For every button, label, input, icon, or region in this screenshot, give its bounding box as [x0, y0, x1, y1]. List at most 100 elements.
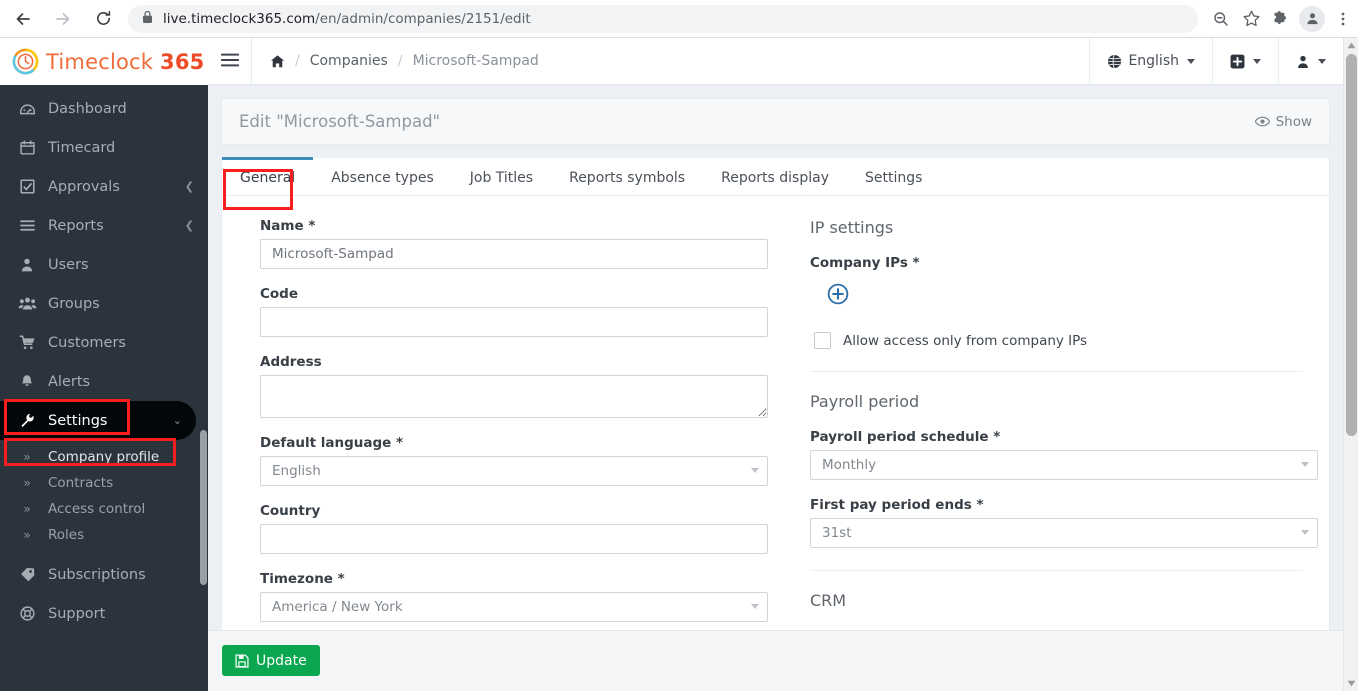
reload-button[interactable]	[86, 2, 120, 36]
breadcrumb-separator: /	[295, 53, 300, 69]
sidebar-subitem-label: Roles	[48, 527, 85, 543]
back-button[interactable]	[6, 2, 40, 36]
sidebar-item-users[interactable]: Users	[0, 245, 208, 284]
tab-reports-symbols[interactable]: Reports symbols	[551, 157, 703, 195]
allow-company-ips-checkbox[interactable]	[814, 332, 831, 349]
quick-add-menu[interactable]	[1212, 38, 1278, 84]
chevron-down-icon: ⌄	[172, 414, 182, 427]
sidebar-scrollbar-thumb[interactable]	[200, 430, 207, 585]
sidebar-subitem-contracts[interactable]: » Contracts	[0, 470, 208, 496]
default-language-select[interactable]: English	[260, 456, 768, 486]
section-divider	[810, 371, 1303, 372]
shopping-cart-icon	[0, 334, 48, 351]
language-selector[interactable]: English	[1089, 38, 1212, 84]
first-pay-period-select[interactable]: 31st	[810, 518, 1318, 548]
hamburger-menu-icon	[220, 52, 239, 71]
three-dots-vertical-icon	[1341, 12, 1345, 25]
language-label: English	[1128, 53, 1179, 69]
scroll-down-button[interactable]	[1344, 676, 1358, 691]
main-content: / Companies / Microsoft-Sampad English E…	[208, 38, 1343, 691]
browser-toolbar: live.timeclock365.com/en/admin/companies…	[0, 0, 1358, 38]
calendar-icon	[0, 139, 48, 156]
chrome-menu-button[interactable]	[1328, 4, 1358, 34]
sidebar-item-subscriptions[interactable]: Subscriptions	[0, 555, 208, 594]
breadcrumb-item-current: Microsoft-Sampad	[412, 53, 539, 69]
chevron-down-icon	[1187, 58, 1195, 64]
sidebar-subitem-label: Contracts	[48, 475, 114, 491]
field-timezone: Timezone * America / New York	[260, 571, 782, 622]
bookmark-button[interactable]	[1236, 4, 1266, 34]
update-button[interactable]: Update	[222, 645, 320, 676]
arrow-right-icon	[56, 12, 70, 25]
eye-icon	[1254, 116, 1270, 127]
tab-settings[interactable]: Settings	[847, 157, 940, 195]
brand-logo[interactable]: Timeclock 365	[0, 38, 208, 85]
sidebar-item-reports[interactable]: Reports ❮	[0, 206, 208, 245]
sidebar-item-label: Dashboard	[48, 100, 127, 117]
sidebar-subitem-roles[interactable]: » Roles	[0, 522, 208, 548]
plus-circle-icon	[827, 283, 849, 305]
name-input[interactable]	[260, 239, 768, 269]
sidebar-item-label: Subscriptions	[48, 566, 146, 583]
address-bar[interactable]: live.timeclock365.com/en/admin/companies…	[128, 4, 1198, 33]
extensions-button[interactable]	[1266, 4, 1296, 34]
page-scrollbar[interactable]	[1343, 38, 1358, 691]
sidebar-item-settings[interactable]: Settings ⌄	[0, 401, 196, 440]
chevron-left-icon: ❮	[184, 219, 194, 232]
tab-job-titles[interactable]: Job Titles	[452, 157, 551, 195]
timezone-select[interactable]: America / New York	[260, 592, 768, 622]
sidebar-item-customers[interactable]: Customers	[0, 323, 208, 362]
default-language-value: English	[272, 463, 321, 479]
double-chevron-right-icon: »	[23, 476, 31, 490]
breadcrumb-separator: /	[397, 53, 403, 69]
sidebar-subitem-company-profile[interactable]: » Company profile	[0, 444, 208, 470]
timezone-value: America / New York	[272, 599, 403, 615]
home-icon[interactable]	[270, 54, 285, 69]
plus-square-icon	[1230, 54, 1245, 69]
add-company-ip-button[interactable]	[827, 283, 849, 309]
sidebar-item-approvals[interactable]: Approvals ❮	[0, 167, 208, 206]
sidebar-subitem-label: Access control	[48, 501, 146, 517]
zoom-button[interactable]	[1206, 4, 1236, 34]
sidebar-toggle-button[interactable]	[208, 38, 252, 84]
page-body: Edit "Microsoft-Sampad" Show General Abs…	[208, 85, 1343, 691]
allow-company-ips-label: Allow access only from company IPs	[843, 332, 1088, 349]
payroll-schedule-select[interactable]: Monthly	[810, 450, 1318, 480]
field-label-timezone: Timezone *	[260, 571, 345, 587]
code-input[interactable]	[260, 307, 768, 337]
country-input[interactable]	[260, 524, 768, 554]
breadcrumb-item-companies[interactable]: Companies	[310, 53, 388, 69]
sidebar-scrollbar[interactable]	[199, 85, 208, 691]
address-textarea[interactable]	[260, 375, 768, 418]
user-avatar-icon	[1306, 13, 1318, 25]
sidebar-item-support[interactable]: Support	[0, 594, 208, 633]
sidebar-item-dashboard[interactable]: Dashboard	[0, 89, 208, 128]
sidebar-item-alerts[interactable]: Alerts	[0, 362, 208, 401]
forward-button[interactable]	[46, 2, 80, 36]
tab-label: Job Titles	[469, 169, 534, 186]
profile-button[interactable]	[1299, 5, 1325, 32]
footer-bar: Update	[208, 630, 1343, 691]
user-menu[interactable]	[1278, 38, 1343, 84]
sidebar-item-groups[interactable]: Groups	[0, 284, 208, 323]
wrench-icon	[0, 412, 48, 429]
list-lines-icon	[0, 217, 48, 234]
sidebar-item-label: Users	[48, 256, 89, 273]
field-code: Code	[260, 286, 782, 337]
dashboard-icon	[0, 100, 48, 117]
payroll-schedule-value: Monthly	[822, 457, 877, 473]
scroll-up-button[interactable]	[1344, 38, 1358, 53]
update-button-label: Update	[256, 652, 307, 669]
star-icon	[1242, 10, 1260, 27]
tab-absence-types[interactable]: Absence types	[313, 157, 452, 195]
tab-general[interactable]: General	[222, 157, 314, 210]
reload-icon	[96, 11, 110, 25]
tab-reports-display[interactable]: Reports display	[703, 157, 847, 195]
url-host: live.timeclock365.com	[163, 10, 316, 27]
sidebar-item-timecard[interactable]: Timecard	[0, 128, 208, 167]
clock-logo-icon	[12, 48, 39, 75]
sidebar-subitem-access-control[interactable]: » Access control	[0, 496, 208, 522]
show-toggle-link[interactable]: Show	[1254, 114, 1312, 130]
tab-label: Absence types	[331, 169, 434, 186]
page-scrollbar-thumb[interactable]	[1346, 54, 1357, 436]
